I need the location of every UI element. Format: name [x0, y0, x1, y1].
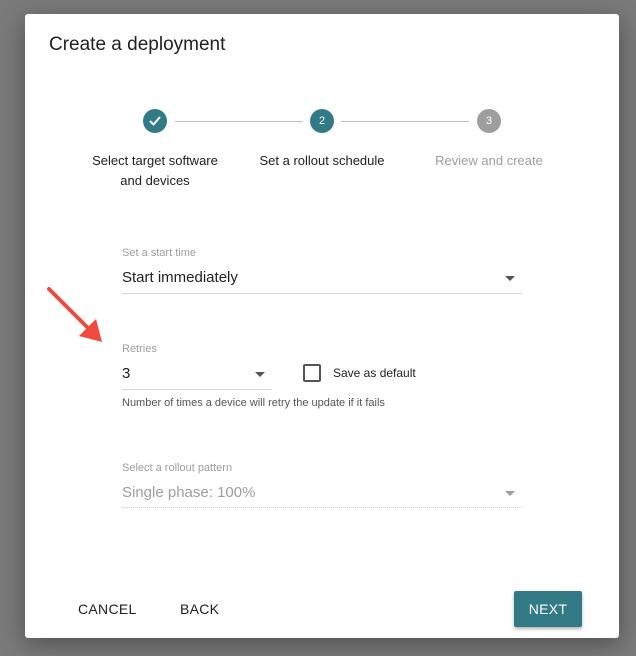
caret-down-icon[interactable]: [505, 276, 515, 281]
save-default-checkbox[interactable]: [303, 364, 321, 382]
start-time-label: Set a start time: [122, 247, 196, 259]
deployment-dialog: Create a deployment 2 3 Select target so…: [25, 14, 619, 638]
cancel-button[interactable]: CANCEL: [78, 601, 137, 617]
retries-value[interactable]: 3: [122, 365, 130, 382]
retries-underline: [122, 389, 272, 390]
start-time-underline: [122, 293, 522, 294]
step-3-circle: 3: [477, 109, 501, 133]
next-button[interactable]: NEXT: [514, 591, 582, 627]
step-1-label: Select target software and devices: [92, 153, 218, 188]
step-2-circle: 2: [310, 109, 334, 133]
step-1-circle: [143, 109, 167, 133]
red-arrow-icon: [47, 287, 102, 342]
retries-helper-text: Number of times a device will retry the …: [122, 397, 385, 409]
step-connector-2: [341, 121, 469, 122]
check-icon: [149, 116, 161, 126]
rollout-pattern-value: Single phase: 100%: [122, 484, 256, 501]
back-button[interactable]: BACK: [180, 601, 219, 617]
step-connector-1: [175, 121, 303, 122]
retries-label: Retries: [122, 343, 157, 355]
start-time-value[interactable]: Start immediately: [122, 269, 238, 286]
rollout-pattern-label: Select a rollout pattern: [122, 462, 233, 474]
caret-down-icon: [505, 491, 515, 496]
rollout-pattern-underline: [122, 507, 522, 508]
step-3-label: Review and create: [435, 153, 543, 168]
save-default-label[interactable]: Save as default: [333, 366, 416, 380]
step-2-label: Set a rollout schedule: [259, 153, 385, 168]
caret-down-icon[interactable]: [255, 372, 265, 377]
dialog-title: Create a deployment: [49, 34, 226, 55]
